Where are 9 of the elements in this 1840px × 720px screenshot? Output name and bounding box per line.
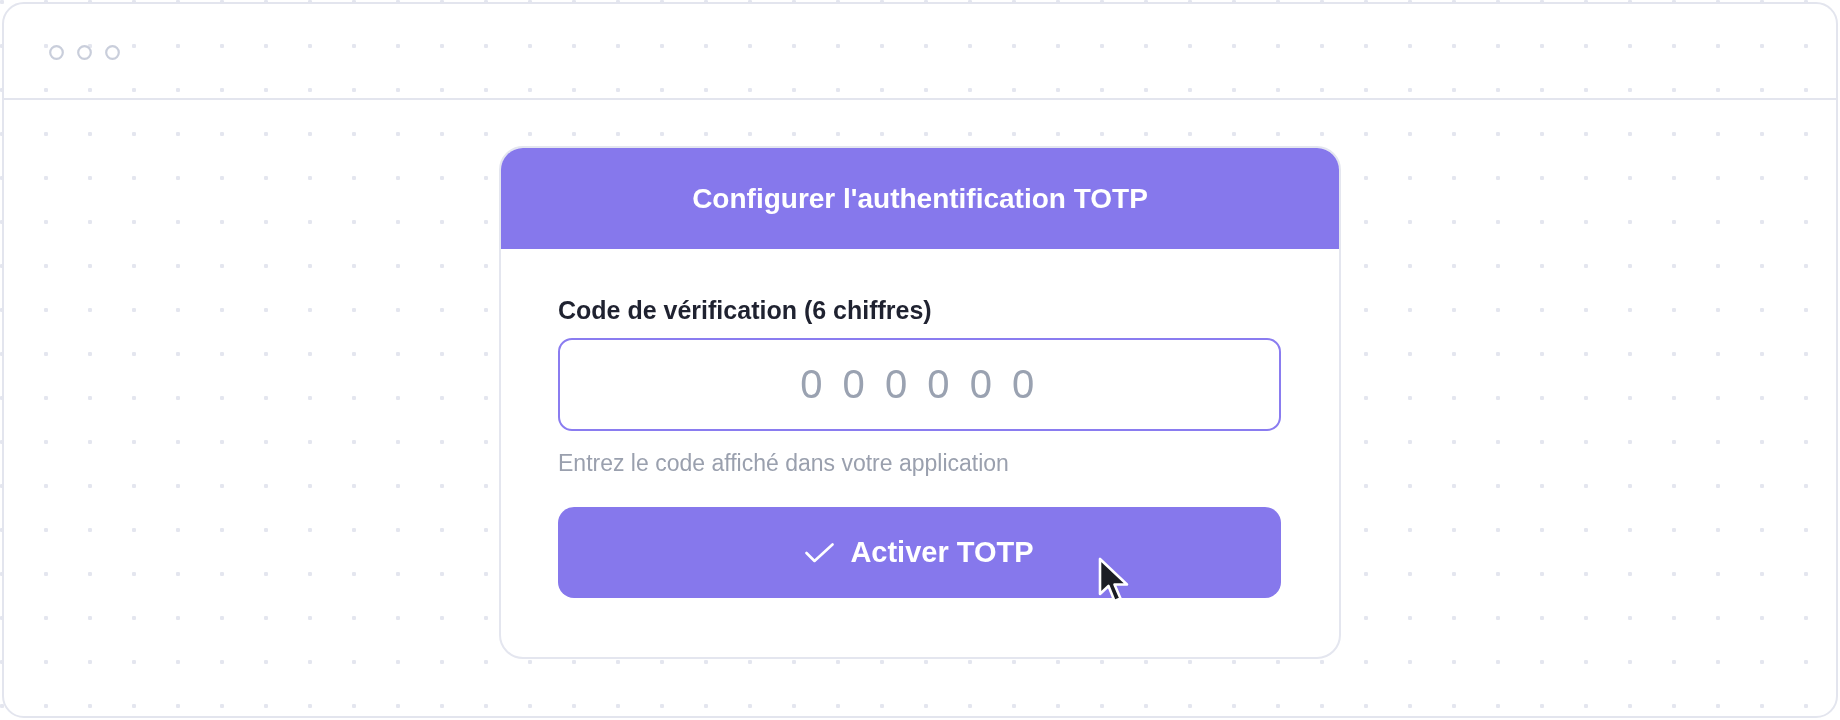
check-icon	[805, 542, 835, 563]
field-hint: Entrez le code affiché dans votre application	[558, 450, 1010, 477]
circle-icon[interactable]	[105, 45, 120, 60]
dialog-title: Configurer l'authentification TOTP	[692, 182, 1148, 215]
field-label: Code de vérification (6 chiffres)	[558, 296, 933, 325]
activate-button[interactable]: Activer TOTP	[558, 507, 1281, 598]
circle-icon[interactable]	[49, 45, 64, 60]
circle-icon[interactable]	[77, 45, 92, 60]
code-input[interactable]: 0 0 0 0 0 0	[558, 338, 1281, 431]
